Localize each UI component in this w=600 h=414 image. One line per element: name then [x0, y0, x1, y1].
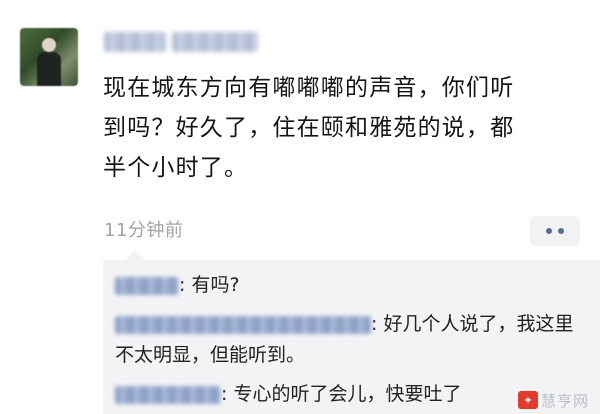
blurred-name-part	[104, 32, 166, 52]
more-dots-icon	[558, 228, 564, 234]
comment-text: : 有吗?	[179, 274, 240, 296]
more-button[interactable]	[530, 216, 580, 246]
site-watermark: ✦ 慧亨网	[518, 388, 598, 412]
comment-item[interactable]: : 专心的听了会儿，快要吐了	[115, 379, 461, 410]
comment-text: : 专心的听了会儿，快要吐了	[221, 383, 462, 405]
post-avatar[interactable]	[20, 28, 78, 86]
post-time: 11分钟前	[104, 220, 184, 241]
watermark-text: 慧亨网	[541, 391, 590, 410]
comment-author-blurred[interactable]	[115, 385, 221, 404]
avatar-figure-head	[42, 38, 56, 52]
comment-author-blurred[interactable]	[115, 315, 371, 334]
post-author-name[interactable]	[104, 30, 274, 54]
more-dots-icon	[546, 228, 552, 234]
comments-pointer	[125, 250, 145, 260]
comment-item[interactable]: : 好几个人说了，我这里不太明显，但能听到。	[115, 309, 585, 371]
blurred-name-part	[172, 32, 258, 52]
post-text: 现在城东方向有嘟嘟嘟的声音，你们听 到吗？好久了，住在颐和雅苑的说，都 半个小时…	[103, 75, 515, 181]
watermark-logo-icon: ✦	[518, 391, 538, 409]
avatar-figure-body	[37, 52, 61, 86]
comment-author-blurred[interactable]	[115, 276, 179, 295]
comment-item[interactable]: : 有吗?	[115, 270, 240, 301]
